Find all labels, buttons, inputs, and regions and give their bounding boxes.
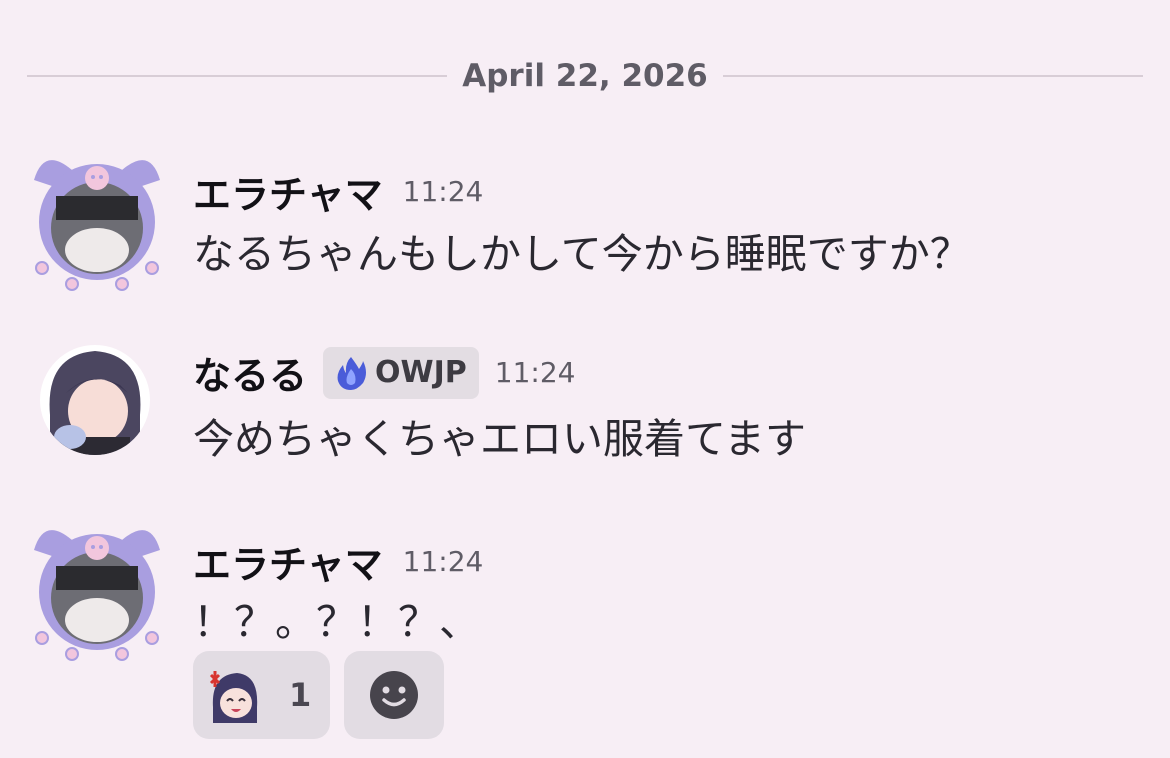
message-text: なるちゃんもしかして今から睡眠ですか？ bbox=[193, 230, 971, 278]
username[interactable]: なるる bbox=[193, 345, 307, 400]
server-tag-label: OWJP bbox=[375, 355, 467, 390]
cat-kuromi-avatar-icon bbox=[34, 530, 160, 661]
cat-kuromi-avatar-icon bbox=[34, 160, 160, 291]
reactions-bar: 1 bbox=[193, 651, 444, 739]
username[interactable]: エラチャマ bbox=[193, 534, 383, 589]
date-divider: April 22, 2026 bbox=[27, 56, 1143, 96]
divider-line-right bbox=[723, 75, 1143, 77]
divider-line-left bbox=[27, 75, 447, 77]
divider-date: April 22, 2026 bbox=[462, 58, 708, 94]
reaction-button[interactable]: 1 bbox=[193, 651, 330, 739]
add-reaction-button[interactable] bbox=[344, 651, 444, 739]
anime-girl-avatar-icon bbox=[40, 345, 150, 455]
timestamp: 11:24 bbox=[402, 545, 484, 578]
user-avatar[interactable] bbox=[24, 520, 160, 661]
user-avatar[interactable] bbox=[24, 150, 160, 291]
timestamp: 11:24 bbox=[494, 356, 576, 389]
reaction-count: 1 bbox=[289, 676, 312, 714]
blue-flame-icon bbox=[337, 356, 367, 390]
message-text: ！？。？！？、 bbox=[193, 598, 480, 646]
smiley-face-icon bbox=[370, 671, 418, 719]
user-avatar[interactable] bbox=[40, 345, 150, 455]
message-text: 今めちゃくちゃエロい服着てます bbox=[193, 415, 806, 463]
angry-anime-girl-emoji-icon bbox=[209, 671, 258, 723]
username[interactable]: エラチャマ bbox=[193, 164, 383, 219]
server-tag[interactable]: OWJP bbox=[323, 346, 479, 399]
timestamp: 11:24 bbox=[402, 175, 484, 208]
